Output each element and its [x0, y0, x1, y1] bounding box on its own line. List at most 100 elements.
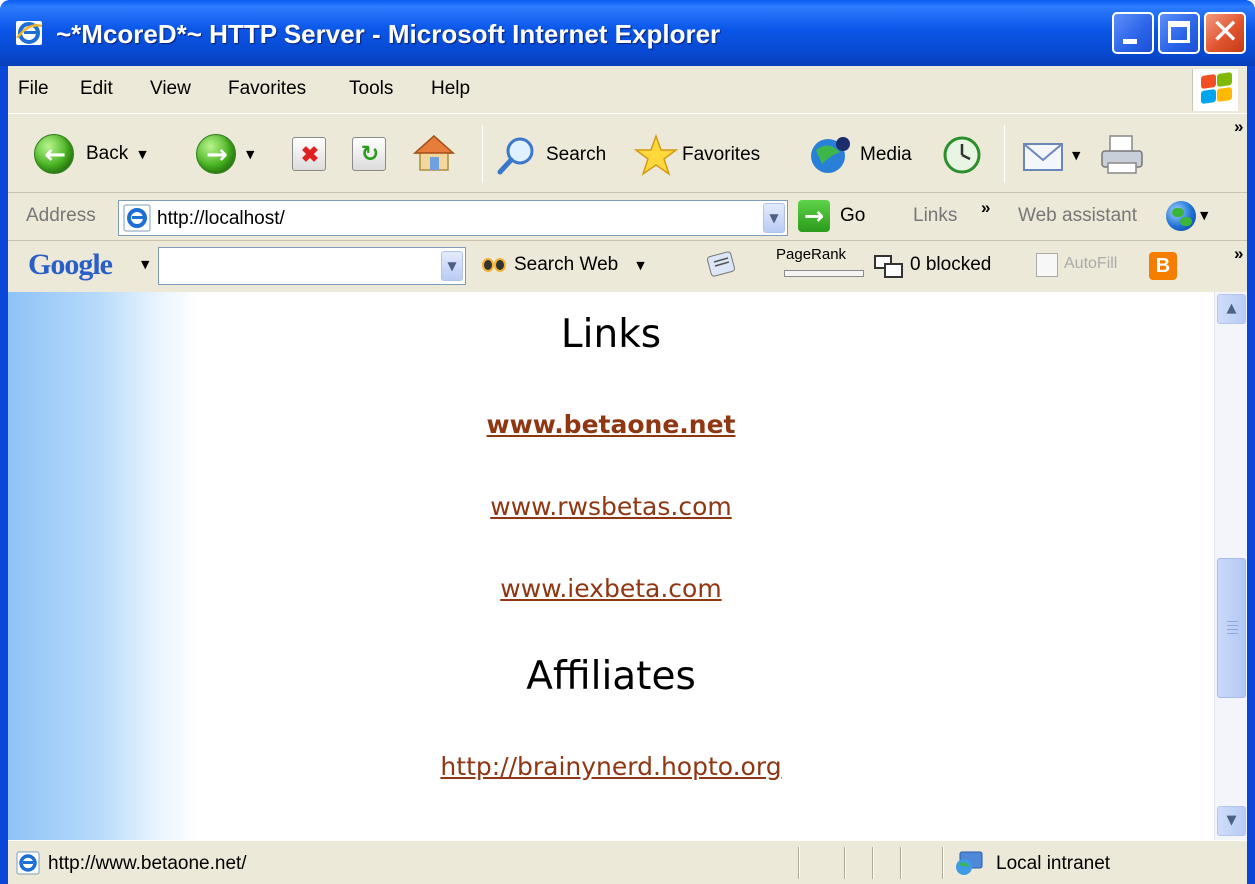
link-rwsbetas-anchor[interactable]: www.rwsbetas.com [490, 492, 731, 521]
refresh-button[interactable]: ↻ [352, 137, 386, 171]
go-button[interactable]: Go [840, 205, 865, 227]
page-status-icon [16, 851, 40, 875]
title-bar[interactable]: ~*McoreD*~ HTTP Server - Microsoft Inter… [0, 0, 1255, 66]
window-title: ~*McoreD*~ HTTP Server - Microsoft Inter… [56, 19, 721, 49]
address-bar: Address http://localhost/ ▼ → Go Links »… [8, 194, 1247, 241]
search-button[interactable]: Search [496, 134, 606, 176]
media-label: Media [860, 144, 912, 165]
back-button[interactable]: ← Back ▼ [34, 134, 147, 174]
back-arrow-icon: ← [34, 134, 74, 174]
printer-icon [1101, 135, 1143, 174]
popup-blocker-icon[interactable] [874, 255, 904, 279]
google-search-dropdown-button[interactable]: ▼ [441, 251, 463, 281]
vertical-scrollbar[interactable]: ▲ ▼ [1214, 292, 1247, 840]
browser-window: ~*McoreD*~ HTTP Server - Microsoft Inter… [0, 0, 1255, 884]
minimize-icon [1123, 39, 1137, 44]
address-label: Address [26, 205, 96, 226]
menu-view[interactable]: View [150, 78, 191, 100]
forward-arrow-icon: → [196, 134, 236, 174]
google-logo[interactable]: Google [28, 248, 113, 282]
print-button[interactable] [1098, 133, 1146, 177]
maximize-icon [1168, 21, 1190, 43]
go-arrow-icon[interactable]: → [798, 200, 830, 232]
link-rwsbetas: www.rwsbetas.com [8, 492, 1214, 521]
status-divider [942, 847, 944, 879]
search-web-button[interactable]: Search Web ▼ [482, 254, 645, 276]
google-toolbar-overflow-chevron-icon[interactable]: » [1234, 244, 1243, 264]
chevron-down-icon: ▼ [1072, 148, 1081, 162]
browser-chrome: File Edit View Favorites Tools Help ← Ba… [8, 66, 1247, 292]
favorites-star-icon [634, 134, 678, 176]
scroll-thumb[interactable] [1217, 558, 1246, 698]
scroll-up-button[interactable]: ▲ [1217, 294, 1246, 324]
close-button[interactable]: ✕ [1204, 12, 1246, 54]
media-icon [811, 137, 850, 173]
link-iexbeta-anchor[interactable]: www.iexbeta.com [500, 574, 721, 603]
chevron-down-icon[interactable]: ▼ [141, 258, 149, 271]
toolbar-separator [1004, 125, 1005, 183]
history-button[interactable] [940, 134, 984, 176]
address-input[interactable]: http://localhost/ ▼ [118, 200, 788, 236]
scroll-down-button[interactable]: ▼ [1217, 806, 1246, 836]
menu-tools[interactable]: Tools [349, 78, 393, 100]
news-icon[interactable] [705, 250, 737, 278]
refresh-icon: ↻ [352, 137, 386, 171]
history-icon [943, 136, 981, 174]
ie-logo-icon [16, 21, 43, 45]
link-brainynerd-anchor[interactable]: http://brainynerd.hopto.org [440, 752, 781, 781]
address-value: http://localhost/ [157, 208, 285, 229]
chevron-down-icon: ▼ [138, 147, 147, 161]
links-label[interactable]: Links [913, 205, 957, 227]
menu-edit[interactable]: Edit [80, 78, 113, 100]
affiliates-heading: Affiliates [526, 654, 696, 699]
links-chevron-icon[interactable]: » [981, 198, 990, 218]
favorites-button[interactable]: Favorites [634, 134, 760, 176]
toolbar-overflow-chevron-icon[interactable]: » [1234, 117, 1243, 137]
autofill-label: AutoFill [1064, 255, 1118, 272]
page-content: Links www.betaone.net www.rwsbetas.com w… [8, 292, 1214, 840]
google-search-input[interactable]: ▼ [158, 247, 466, 285]
search-magnifier-icon [497, 137, 534, 175]
page-ie-icon [123, 204, 151, 232]
chevron-down-icon: ▼ [246, 147, 255, 161]
back-label: Back [86, 143, 129, 164]
forward-button[interactable]: → ▼ [196, 134, 254, 174]
minimize-button[interactable] [1112, 12, 1154, 54]
link-betaone: www.betaone.net [8, 410, 1214, 439]
status-divider [872, 847, 874, 879]
status-divider [900, 847, 902, 879]
globe-icon[interactable] [1166, 201, 1196, 231]
favorites-label: Favorites [682, 144, 761, 165]
status-text: http://www.betaone.net/ [48, 853, 247, 874]
link-brainynerd: http://brainynerd.hopto.org [8, 752, 1214, 781]
pagerank-bar [784, 270, 864, 277]
menu-bar: File Edit View Favorites Tools Help [8, 66, 1247, 114]
stop-icon: ✖ [292, 137, 326, 171]
link-iexbeta: www.iexbeta.com [8, 574, 1214, 603]
status-divider [844, 847, 846, 879]
popup-blocked-count[interactable]: 0 blocked [910, 254, 991, 276]
chevron-down-icon[interactable]: ▼ [1200, 209, 1208, 222]
status-bar: http://www.betaone.net/ Local intranet [8, 840, 1247, 884]
maximize-button[interactable] [1158, 12, 1200, 54]
stop-button[interactable]: ✖ [292, 137, 326, 171]
standard-toolbar: ← Back ▼ → ▼ ✖ ↻ Search Favorites Media … [8, 115, 1247, 193]
media-button[interactable]: Media [808, 134, 912, 176]
mail-button[interactable]: ▼ [1020, 134, 1080, 176]
close-icon: ✕ [1211, 12, 1240, 52]
menu-file[interactable]: File [18, 78, 49, 100]
address-dropdown-button[interactable]: ▼ [763, 203, 785, 233]
menu-help[interactable]: Help [431, 78, 470, 100]
status-divider [798, 847, 800, 879]
link-betaone-anchor[interactable]: www.betaone.net [487, 410, 736, 439]
autofill-icon [1036, 253, 1058, 277]
home-button[interactable] [412, 133, 456, 173]
menu-favorites[interactable]: Favorites [228, 78, 306, 100]
home-icon [413, 134, 455, 171]
binoculars-icon [482, 254, 508, 276]
web-assistant-label[interactable]: Web assistant [1018, 205, 1137, 227]
blogger-icon[interactable]: B [1149, 252, 1177, 280]
links-heading: Links [560, 312, 662, 357]
pagerank-label: PageRank [776, 246, 847, 263]
security-zone-label: Local intranet [996, 853, 1111, 874]
